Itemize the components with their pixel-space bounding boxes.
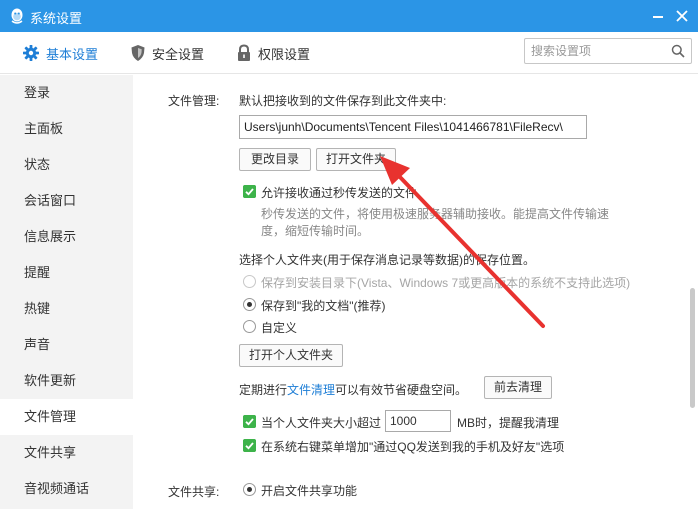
file-cleanup-link[interactable]: 文件清理 xyxy=(287,383,335,397)
sidebar-item-file-sharing[interactable]: 文件共享 xyxy=(0,435,133,471)
cleanup-hint: 定期进行文件清理可以有效节省硬盘空间。 xyxy=(239,381,467,398)
sidebar-item-label: 主面板 xyxy=(24,121,64,136)
sidebar-item-label: 会话窗口 xyxy=(24,193,77,208)
goto-cleanup-button[interactable]: 前去清理 xyxy=(484,376,552,399)
sidebar-item-label: 文件管理 xyxy=(24,409,77,424)
title-bar: 系统设置 xyxy=(0,0,698,32)
qq-logo-icon xyxy=(11,8,23,24)
sidebar: 登录 主面板 状态 会话窗口 信息展示 提醒 热键 声音 软件更新 文件管理 文… xyxy=(0,75,133,509)
sidebar-item-label: 声音 xyxy=(24,337,51,352)
allow-flash-desc-line-1: 秒传发送的文件，将使用极速服务器辅助接收。能提高文件传输速 xyxy=(261,207,610,221)
sidebar-item-label: 信息展示 xyxy=(24,229,77,244)
top-nav: 基本设置 安全设置 权限设置 xyxy=(0,32,698,74)
radio-my-documents-label: 保存到"我的文档"(推荐) xyxy=(261,299,386,313)
download-path-field[interactable]: Users\junh\Documents\Tencent Files\10414… xyxy=(239,115,587,139)
window-title: 系统设置 xyxy=(30,11,83,26)
sidebar-item-label: 状态 xyxy=(24,157,51,172)
tab-permission-settings[interactable]: 权限设置 xyxy=(236,43,310,63)
sidebar-item-label: 提醒 xyxy=(24,265,51,280)
size-limit-checkbox[interactable] xyxy=(243,415,256,428)
size-limit-suffix: MB时，提醒我清理 xyxy=(457,416,560,430)
cleanup-suffix: 可以有效节省硬盘空间。 xyxy=(335,383,468,397)
tab-security-settings[interactable]: 安全设置 xyxy=(130,43,204,63)
tab-basic-settings[interactable]: 基本设置 xyxy=(22,43,98,63)
section-label-file-management: 文件管理: xyxy=(168,94,220,108)
gear-icon xyxy=(23,45,39,61)
sidebar-item-sound[interactable]: 声音 xyxy=(0,327,133,363)
size-limit-prefix: 当个人文件夹大小超过 xyxy=(261,416,382,430)
personal-folder-heading: 选择个人文件夹(用于保存消息记录等数据)的保存位置。 xyxy=(239,253,535,267)
shield-icon xyxy=(131,45,145,61)
lock-icon xyxy=(238,44,250,61)
search-icon[interactable] xyxy=(671,44,685,58)
sidebar-item-reminders[interactable]: 提醒 xyxy=(0,255,133,291)
context-menu-label: 在系统右键菜单增加"通过QQ发送到我的手机及好友"选项 xyxy=(261,440,565,454)
size-limit-input[interactable]: 1000 xyxy=(385,410,451,432)
change-directory-button[interactable]: 更改目录 xyxy=(239,148,311,171)
radio-enable-file-sharing[interactable] xyxy=(243,483,256,496)
sidebar-item-software-update[interactable]: 软件更新 xyxy=(0,363,133,399)
tab-label: 基本设置 xyxy=(46,46,99,62)
sidebar-item-av-calls[interactable]: 音视频通话 xyxy=(0,471,133,507)
sidebar-item-file-management[interactable]: 文件管理 xyxy=(0,399,133,435)
tab-label: 权限设置 xyxy=(258,46,311,62)
radio-custom[interactable] xyxy=(243,320,256,333)
close-icon[interactable] xyxy=(672,6,692,26)
open-personal-folder-button[interactable]: 打开个人文件夹 xyxy=(239,344,343,367)
radio-custom-label: 自定义 xyxy=(261,321,298,335)
sidebar-item-main-panel[interactable]: 主面板 xyxy=(0,111,133,147)
scrollbar[interactable] xyxy=(688,75,698,509)
minimize-icon[interactable] xyxy=(648,6,668,26)
sidebar-item-label: 热键 xyxy=(24,301,51,316)
settings-panel: 文件管理: 默认把接收到的文件保存到此文件夹中: Users\junh\Docu… xyxy=(133,75,688,509)
enable-file-sharing-label: 开启文件共享功能 xyxy=(261,484,358,498)
save-location-heading: 默认把接收到的文件保存到此文件夹中: xyxy=(239,94,447,108)
search-box[interactable] xyxy=(524,38,692,64)
sidebar-item-label: 软件更新 xyxy=(24,373,77,388)
allow-flash-transfer-checkbox[interactable] xyxy=(243,185,256,198)
sidebar-item-label: 音视频通话 xyxy=(24,481,90,496)
sidebar-item-label: 文件共享 xyxy=(24,445,77,460)
allow-flash-desc-line-2: 度，缩短传输时间。 xyxy=(261,224,370,238)
context-menu-checkbox[interactable] xyxy=(243,439,256,452)
radio-install-dir xyxy=(243,275,256,288)
sidebar-item-label: 登录 xyxy=(24,85,51,100)
search-input[interactable] xyxy=(531,43,661,59)
radio-install-dir-label: 保存到安装目录下(Vista、Windows 7或更高版本的系统不支持此选项) xyxy=(261,276,631,290)
open-folder-button[interactable]: 打开文件夹 xyxy=(316,148,396,171)
cleanup-prefix: 定期进行 xyxy=(239,383,288,397)
sidebar-item-info-display[interactable]: 信息展示 xyxy=(0,219,133,255)
sidebar-item-status[interactable]: 状态 xyxy=(0,147,133,183)
sidebar-item-hotkeys[interactable]: 热键 xyxy=(0,291,133,327)
radio-my-documents[interactable] xyxy=(243,298,256,311)
allow-flash-transfer-label: 允许接收通过秒传发送的文件 xyxy=(261,186,418,200)
section-label-file-sharing: 文件共享: xyxy=(168,485,220,499)
sidebar-item-login[interactable]: 登录 xyxy=(0,75,133,111)
scrollbar-thumb[interactable] xyxy=(690,288,695,408)
tab-label: 安全设置 xyxy=(152,46,205,62)
sidebar-item-chat-window[interactable]: 会话窗口 xyxy=(0,183,133,219)
